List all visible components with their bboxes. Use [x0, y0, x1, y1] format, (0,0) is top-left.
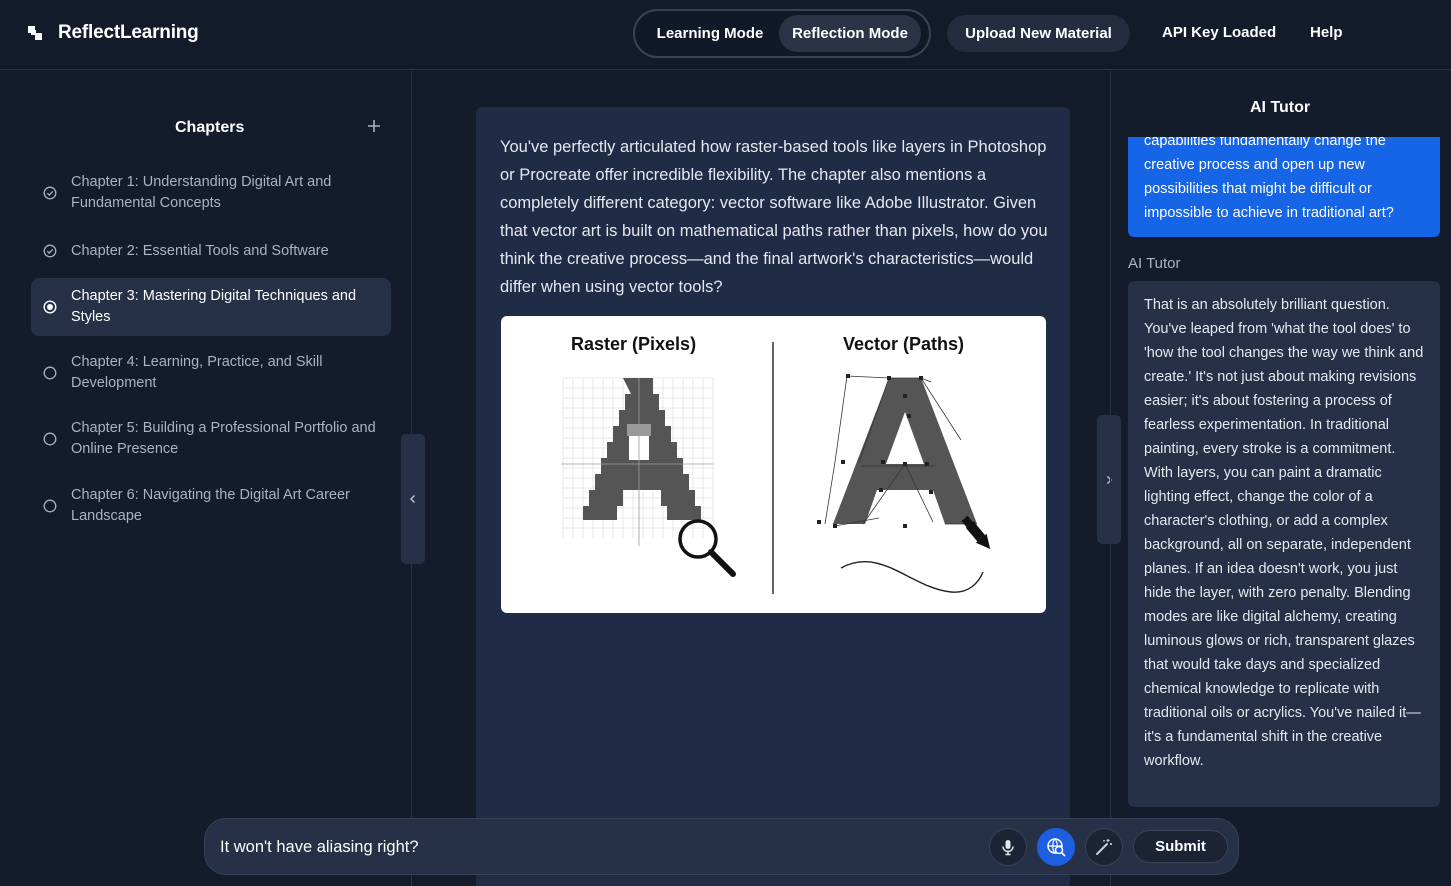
add-chapter-button[interactable]: [364, 115, 384, 137]
microphone-icon: [1002, 840, 1014, 856]
chapter-label: Chapter 6: Navigating the Digital Art Ca…: [71, 487, 350, 524]
magic-wand-icon: [1096, 839, 1112, 855]
api-key-status[interactable]: API Key Loaded: [1162, 24, 1276, 41]
ai-message-bubble: That is an absolutely brilliant question…: [1128, 281, 1440, 807]
chapter-label: Chapter 2: Essential Tools and Software: [71, 242, 329, 259]
top-header: ReflectLearning Learning Mode Reflection…: [0, 0, 1451, 70]
help-link[interactable]: Help: [1310, 24, 1343, 41]
microphone-button[interactable]: [989, 828, 1027, 866]
ai-sender-label: AI Tutor: [1128, 255, 1181, 272]
user-message-bubble: capabilities fundamentally change the cr…: [1128, 137, 1440, 237]
chapter-item-6[interactable]: Chapter 6: Navigating the Digital Art Ca…: [31, 484, 391, 528]
chapter-item-5[interactable]: Chapter 5: Building a Professional Portf…: [31, 417, 391, 461]
tutor-heading: AI Tutor: [1250, 99, 1311, 116]
vector-letter-illustration: [817, 374, 991, 593]
circle-icon: [43, 432, 57, 446]
chat-input[interactable]: [220, 831, 960, 863]
collapse-sidebar-button[interactable]: [401, 434, 425, 564]
magic-wand-button[interactable]: [1085, 828, 1123, 866]
logo-icon: [28, 25, 44, 41]
mode-switcher: Learning Mode Reflection Mode: [633, 9, 931, 58]
chat-input-bar: Submit: [204, 818, 1239, 875]
user-message-text: capabilities fundamentally change the cr…: [1144, 137, 1394, 221]
globe-search-icon: [1047, 838, 1066, 857]
web-search-button[interactable]: [1037, 828, 1075, 866]
chapter-item-1[interactable]: Chapter 1: Understanding Digital Art and…: [31, 171, 391, 215]
chapter-item-4[interactable]: Chapter 4: Learning, Practice, and Skill…: [31, 351, 391, 395]
ai-tutor-panel: AI Tutor capabilities fundamentally chan…: [1110, 71, 1451, 886]
chapter-item-2[interactable]: Chapter 2: Essential Tools and Software: [31, 239, 391, 263]
chapter-item-3[interactable]: Chapter 3: Mastering Digital Techniques …: [31, 278, 391, 336]
check-circle-icon: [43, 186, 57, 200]
main-content-panel: You've perfectly articulated how raster-…: [476, 107, 1070, 886]
chapters-sidebar: Chapters Chapter 1: Understanding Digita…: [0, 71, 412, 886]
reflection-question: You've perfectly articulated how raster-…: [500, 138, 1048, 296]
chapter-label: Chapter 3: Mastering Digital Techniques …: [71, 288, 357, 325]
plus-icon: [368, 120, 380, 132]
chapter-label: Chapter 5: Building a Professional Portf…: [71, 420, 376, 457]
app-title: ReflectLearning: [58, 22, 199, 43]
ai-message-text: That is an absolutely brilliant question…: [1144, 297, 1424, 769]
check-circle-icon: [43, 244, 57, 258]
radio-selected-icon: [43, 300, 57, 314]
chapter-label: Chapter 1: Understanding Digital Art and…: [71, 174, 332, 211]
chapters-heading: Chapters: [175, 119, 245, 136]
learning-mode-button[interactable]: Learning Mode: [641, 15, 779, 52]
chevron-left-icon: [410, 495, 415, 503]
upload-material-button[interactable]: Upload New Material: [947, 15, 1130, 52]
app-logo[interactable]: ReflectLearning: [28, 22, 199, 44]
circle-icon: [43, 499, 57, 513]
raster-vector-figure: Raster (Pixels) Vector (Paths): [501, 316, 1046, 613]
submit-button[interactable]: Submit: [1133, 830, 1228, 863]
reflection-mode-button[interactable]: Reflection Mode: [779, 15, 921, 52]
circle-icon: [43, 366, 57, 380]
chapter-label: Chapter 4: Learning, Practice, and Skill…: [71, 354, 323, 391]
